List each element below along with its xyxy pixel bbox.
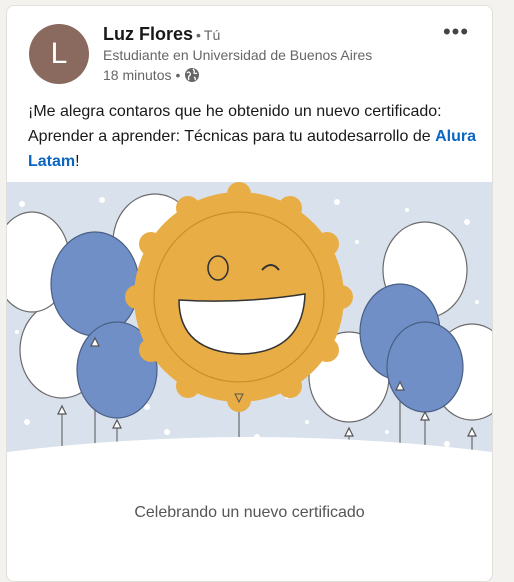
post-timestamp: 18 minutos •	[103, 67, 200, 83]
name-separator: •	[196, 27, 201, 43]
time-separator: •	[175, 67, 181, 83]
connection-degree: Tú	[203, 27, 221, 43]
post-commentary: ¡Me alegra contaros que he obtenido un n…	[28, 99, 478, 174]
actor-name[interactable]: Luz Flores	[103, 24, 193, 44]
more-options-button[interactable]: •••	[440, 20, 472, 48]
globe-icon	[185, 68, 200, 82]
avatar[interactable]: L	[29, 24, 89, 84]
actor-headline: Estudiante en Universidad de Buenos Aire…	[103, 47, 373, 63]
celebration-image[interactable]	[7, 182, 492, 472]
actor-name-row: Luz Flores • Tú	[103, 24, 220, 45]
media-caption: Celebrando un nuevo certificado	[134, 504, 365, 521]
feed-post: L Luz Flores • Tú Estudiante en Universida…	[6, 5, 493, 582]
commentary-end: !	[75, 153, 80, 170]
commentary-text: ¡Me alegra contaros que he obtenido un n…	[28, 103, 442, 145]
time-text: 18 minutos	[103, 67, 172, 83]
ellipsis-icon: •••	[442, 19, 470, 44]
